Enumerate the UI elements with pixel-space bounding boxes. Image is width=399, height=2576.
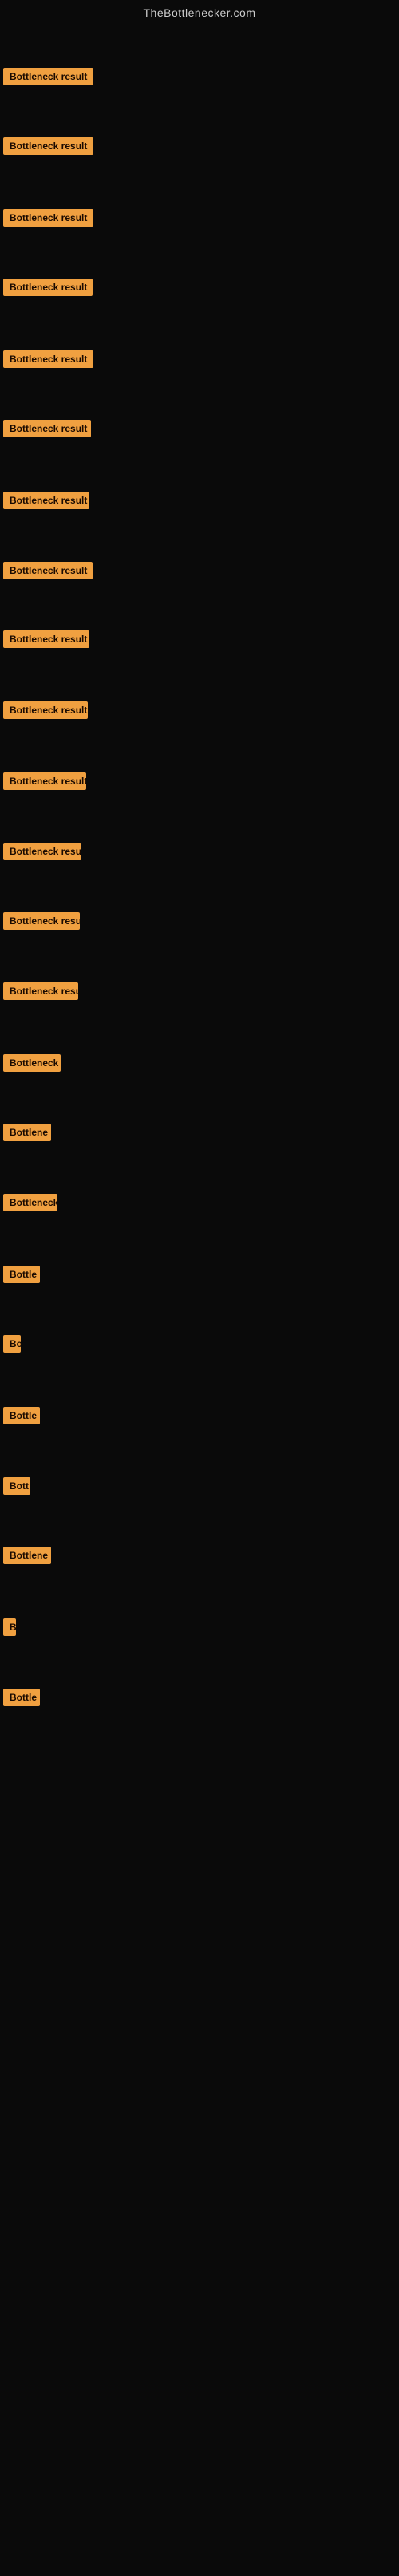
bottleneck-badge-11[interactable]: Bottleneck result <box>3 772 86 790</box>
bottleneck-badge-22[interactable]: Bottlene <box>3 1547 51 1564</box>
bottleneck-badge-20[interactable]: Bottle <box>3 1407 40 1424</box>
result-row-2: Bottleneck result <box>3 137 93 159</box>
result-row-11: Bottleneck result <box>3 772 86 794</box>
result-row-5: Bottleneck result <box>3 350 93 372</box>
result-row-23: B <box>3 1618 16 1640</box>
result-row-3: Bottleneck result <box>3 209 93 231</box>
result-row-17: Bottleneck <box>3 1194 57 1215</box>
result-row-7: Bottleneck result <box>3 492 89 513</box>
result-row-14: Bottleneck resul <box>3 982 78 1004</box>
bottleneck-badge-16[interactable]: Bottlene <box>3 1124 51 1141</box>
bottleneck-badge-13[interactable]: Bottleneck result <box>3 912 80 930</box>
result-row-19: Bo <box>3 1335 21 1357</box>
bottleneck-badge-3[interactable]: Bottleneck result <box>3 209 93 227</box>
bottleneck-badge-19[interactable]: Bo <box>3 1335 21 1353</box>
result-row-4: Bottleneck result <box>3 279 93 300</box>
result-row-13: Bottleneck result <box>3 912 80 934</box>
bottleneck-badge-17[interactable]: Bottleneck <box>3 1194 57 1211</box>
bottleneck-badge-8[interactable]: Bottleneck result <box>3 562 93 579</box>
result-row-24: Bottle <box>3 1689 40 1710</box>
results-container: Bottleneck result Bottleneck result Bottle… <box>0 22 399 2576</box>
result-row-6: Bottleneck result <box>3 420 91 441</box>
result-row-21: Bott <box>3 1477 30 1499</box>
bottleneck-badge-12[interactable]: Bottleneck resul <box>3 843 81 860</box>
site-title: TheBottlenecker.com <box>0 0 399 22</box>
result-row-8: Bottleneck result <box>3 562 93 583</box>
result-row-10: Bottleneck result <box>3 701 88 723</box>
result-row-16: Bottlene <box>3 1124 51 1145</box>
bottleneck-badge-2[interactable]: Bottleneck result <box>3 137 93 155</box>
result-row-9: Bottleneck result <box>3 630 89 652</box>
result-row-1: Bottleneck result <box>3 68 93 89</box>
bottleneck-badge-10[interactable]: Bottleneck result <box>3 701 88 719</box>
bottleneck-badge-23[interactable]: B <box>3 1618 16 1636</box>
bottleneck-badge-4[interactable]: Bottleneck result <box>3 279 93 296</box>
result-row-20: Bottle <box>3 1407 40 1428</box>
result-row-18: Bottle <box>3 1266 40 1287</box>
bottleneck-badge-21[interactable]: Bott <box>3 1477 30 1495</box>
bottleneck-badge-1[interactable]: Bottleneck result <box>3 68 93 85</box>
bottleneck-badge-6[interactable]: Bottleneck result <box>3 420 91 437</box>
bottleneck-badge-24[interactable]: Bottle <box>3 1689 40 1706</box>
bottleneck-badge-9[interactable]: Bottleneck result <box>3 630 89 648</box>
result-row-15: Bottleneck r <box>3 1054 61 1076</box>
bottleneck-badge-18[interactable]: Bottle <box>3 1266 40 1283</box>
bottleneck-badge-5[interactable]: Bottleneck result <box>3 350 93 368</box>
bottleneck-badge-7[interactable]: Bottleneck result <box>3 492 89 509</box>
result-row-12: Bottleneck resul <box>3 843 81 864</box>
result-row-22: Bottlene <box>3 1547 51 1568</box>
bottleneck-badge-15[interactable]: Bottleneck r <box>3 1054 61 1072</box>
bottleneck-badge-14[interactable]: Bottleneck resul <box>3 982 78 1000</box>
